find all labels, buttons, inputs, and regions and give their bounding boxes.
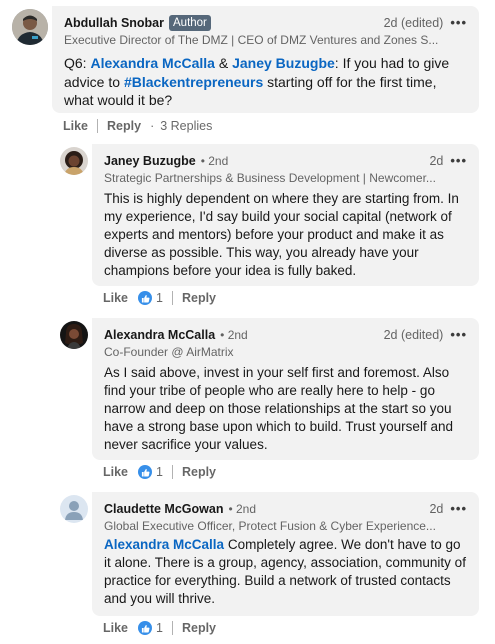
reactions[interactable]: 1 [138, 465, 163, 479]
comment-time: 2d (edited) [383, 16, 444, 30]
connection-degree: • 2nd [200, 154, 229, 168]
reply-button[interactable]: Reply [182, 465, 216, 479]
like-button[interactable]: Like [103, 465, 128, 479]
commenter-name[interactable]: Alexandra McCalla [104, 328, 215, 342]
mention-alexandra[interactable]: Alexandra McCalla [104, 537, 224, 552]
reply-button[interactable]: Reply [182, 621, 216, 635]
author-badge: Author [169, 15, 211, 31]
commenter-headline: Executive Director of The DMZ | CEO of D… [64, 33, 439, 47]
comment-text: As I said above, invest in your self fir… [104, 365, 453, 452]
reply-button[interactable]: Reply [107, 119, 141, 133]
more-options-icon[interactable]: ••• [450, 502, 467, 515]
dot-separator: · [150, 119, 155, 133]
avatar-claudette[interactable] [60, 495, 88, 523]
connection-degree: • 2nd [228, 502, 257, 516]
ampersand: & [214, 55, 233, 71]
like-button[interactable]: Like [63, 119, 88, 133]
more-options-icon[interactable]: ••• [450, 328, 467, 341]
reaction-count: 1 [156, 465, 163, 479]
person-placeholder-icon [60, 495, 88, 523]
like-reaction-icon [138, 465, 153, 479]
commenter-name[interactable]: Claudette McGowan [104, 502, 223, 516]
avatar-abdullah-image [12, 9, 48, 45]
like-button[interactable]: Like [103, 291, 128, 305]
connection-degree: • 2nd [220, 328, 248, 342]
reaction-count: 1 [156, 621, 163, 635]
comment-text: This is highly dependent on where they a… [104, 191, 459, 278]
reply-button[interactable]: Reply [182, 291, 216, 305]
like-button[interactable]: Like [103, 621, 128, 635]
comment-text: Q6: Alexandra McCalla & Janey Buzugbe: I… [64, 54, 467, 110]
comment-text: Alexandra McCalla Completely agree. We d… [104, 536, 467, 608]
divider [171, 465, 173, 479]
comment-time: 2d [429, 502, 444, 516]
mention-alexandra[interactable]: Alexandra McCalla [90, 55, 215, 71]
comment-actions: Like 1 Reply [103, 620, 216, 636]
commenter-headline: Strategic Partnerships & Business Develo… [104, 171, 436, 185]
hashtag-link[interactable]: #Blackentrepreneurs [124, 74, 263, 90]
reactions[interactable]: 1 [138, 291, 163, 305]
commenter-name[interactable]: Abdullah Snobar [64, 16, 164, 30]
reactions[interactable]: 1 [138, 621, 163, 635]
avatar-alexandra[interactable] [60, 321, 88, 349]
comment-actions: Like 1 Reply [103, 464, 216, 480]
comment-bubble-claudette: Claudette McGowan • 2nd 2d ••• Global Ex… [92, 492, 479, 616]
divider [97, 119, 99, 133]
like-reaction-icon [138, 621, 153, 635]
divider [171, 291, 173, 305]
divider [171, 621, 173, 635]
more-options-icon[interactable]: ••• [450, 154, 467, 167]
mention-janey[interactable]: Janey Buzugbe [232, 55, 335, 71]
avatar-alexandra-image [60, 321, 88, 349]
comment-bubble-janey: Janey Buzugbe • 2nd 2d ••• Strategic Par… [92, 144, 479, 286]
comment-bubble-abdullah: Abdullah Snobar Author 2d (edited) ••• E… [52, 6, 479, 113]
comment-bubble-alexandra: Alexandra McCalla • 2nd 2d (edited) ••• … [92, 318, 479, 460]
comment-actions: Like 1 Reply [103, 290, 216, 306]
comment-actions: Like Reply · 3 Replies [63, 118, 212, 134]
reaction-count: 1 [156, 291, 163, 305]
commenter-headline: Co-Founder @ AirMatrix [104, 345, 234, 359]
like-reaction-icon [138, 291, 153, 305]
more-options-icon[interactable]: ••• [450, 16, 467, 29]
replies-count-link[interactable]: 3 Replies [160, 119, 212, 133]
comment-time: 2d [429, 154, 444, 168]
comment-time: 2d (edited) [383, 328, 444, 342]
commenter-headline: Global Executive Officer, Protect Fusion… [104, 519, 436, 533]
avatar-janey[interactable] [60, 147, 88, 175]
avatar-abdullah[interactable] [12, 9, 48, 45]
avatar-janey-image [60, 147, 88, 175]
question-label: Q6: [64, 55, 91, 71]
commenter-name[interactable]: Janey Buzugbe [104, 154, 196, 168]
